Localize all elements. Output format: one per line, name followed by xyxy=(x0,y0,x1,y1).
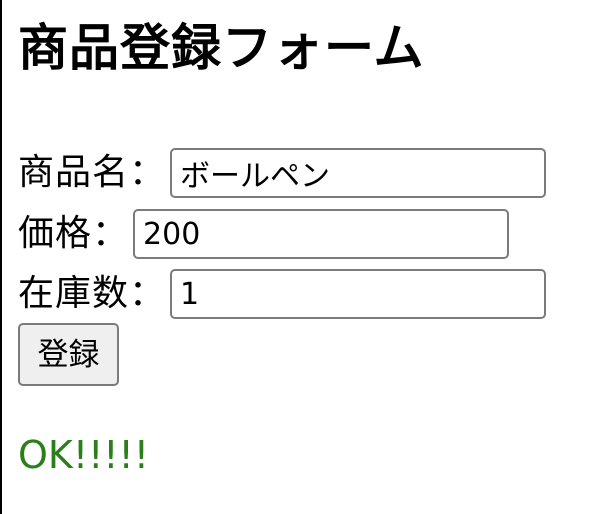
product-name-input[interactable] xyxy=(170,148,547,198)
price-row: 価格： xyxy=(18,208,510,260)
product-registration-page: 商品登録フォーム 商品名： 価格： 在庫数： 登録 OK!!!!! xyxy=(0,0,602,514)
register-button[interactable]: 登録 xyxy=(18,323,119,386)
stock-input[interactable] xyxy=(170,269,547,319)
product-name-row: 商品名： xyxy=(18,147,547,199)
status-message: OK!!!!! xyxy=(18,433,149,477)
product-name-label: 商品名： xyxy=(18,152,167,193)
price-label: 価格： xyxy=(18,213,130,254)
stock-label: 在庫数： xyxy=(18,273,167,314)
stock-row: 在庫数： xyxy=(18,268,547,320)
page-title: 商品登録フォーム xyxy=(18,19,425,77)
price-input[interactable] xyxy=(133,209,510,259)
